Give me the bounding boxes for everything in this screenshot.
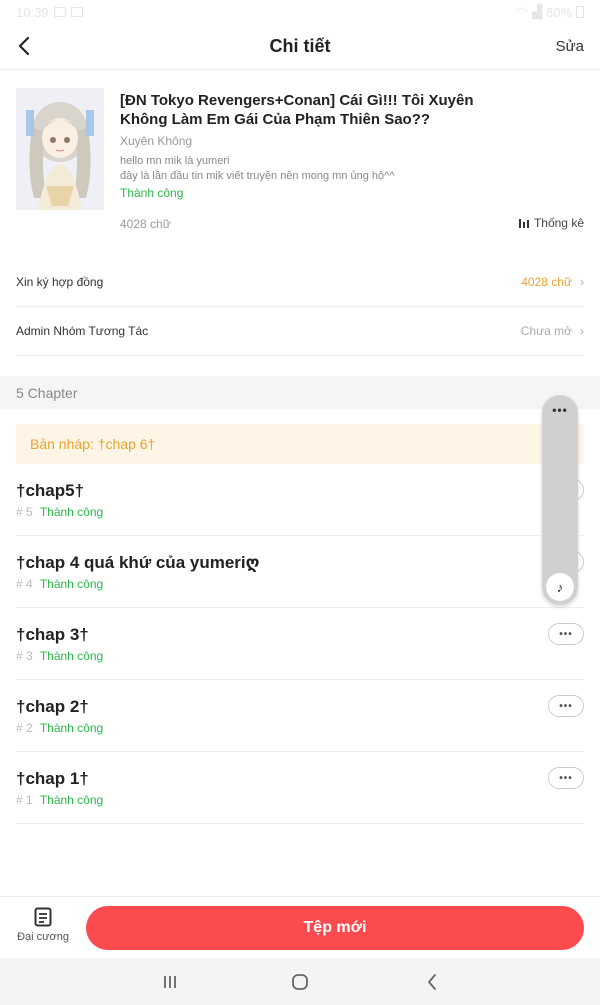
music-note-icon[interactable]: ♪ xyxy=(546,573,574,601)
notification-icon xyxy=(70,7,83,17)
chapter-row[interactable]: †chap 2† # 2 Thành công ••• xyxy=(16,680,584,752)
outline-button[interactable]: Đại cương xyxy=(12,907,74,949)
book-description: hello mn mik là yumeri đây là lần đầu ti… xyxy=(120,154,520,184)
chapter-number: # 4 xyxy=(16,577,33,591)
home-icon xyxy=(292,974,308,990)
stats-button[interactable]: Thống kê xyxy=(518,216,584,230)
chapter-title: †chap 4 quá khứ của yumeriღ xyxy=(16,553,260,572)
book-description-line: đây là lần đầu tin mik viết truyện nên m… xyxy=(120,170,395,182)
chapter-more-button[interactable]: ••• xyxy=(548,767,584,789)
status-right: ◠ ▟ 80% xyxy=(517,4,584,20)
book-description-line: hello mn mik là yumeri xyxy=(120,155,230,167)
system-navigation-bar xyxy=(0,958,600,1005)
chapter-status: Thành công xyxy=(39,649,104,663)
chapter-more-button[interactable]: ••• xyxy=(548,623,584,645)
chapter-meta: # 5 Thành công xyxy=(16,505,103,519)
battery-icon xyxy=(576,6,584,18)
chevron-right-icon: › xyxy=(580,275,584,289)
chapter-meta: # 2 Thành công xyxy=(16,721,103,735)
chapter-number: # 2 xyxy=(16,721,33,735)
floating-music-panel[interactable]: ••• ♪ xyxy=(542,395,578,605)
chapter-status: Thành công xyxy=(39,505,104,519)
chapter-row[interactable]: †chap 4 quá khứ của yumeriღ # 4 Thành cô… xyxy=(16,536,584,608)
admin-group-label: Admin Nhóm Tương Tác xyxy=(16,324,149,338)
chapter-number: # 3 xyxy=(16,649,33,663)
chapter-meta: # 1 Thành công xyxy=(16,793,103,807)
contract-row[interactable]: Xin ký hợp đồng 4028 chữ › xyxy=(16,258,584,307)
chapter-list: †chap5† # 5 Thành công ••• †chap 4 quá k… xyxy=(16,464,584,824)
contract-value: 4028 chữ xyxy=(521,275,572,289)
chapter-more-button[interactable]: ••• xyxy=(548,695,584,717)
app-header: Chi tiết Sửa xyxy=(0,24,600,70)
cover-illustration xyxy=(16,88,104,210)
book-word-count: 4028 chữ xyxy=(120,217,171,231)
contract-value-group: 4028 chữ › xyxy=(521,275,584,289)
home-button[interactable] xyxy=(288,970,312,994)
settings-list: Xin ký hợp đồng 4028 chữ › Admin Nhóm Tư… xyxy=(16,258,584,356)
chapter-row[interactable]: †chap 3† # 3 Thành công ••• xyxy=(16,608,584,680)
chapter-status: Thành công xyxy=(39,793,104,807)
outline-label: Đại cương xyxy=(17,931,69,943)
chapter-title: †chap5† xyxy=(16,481,85,500)
system-back-button[interactable] xyxy=(420,970,444,994)
chevron-right-icon: › xyxy=(580,324,584,338)
book-info-section: [ĐN Tokyo Revengers+Conan] Cái Gì!!! Tôi… xyxy=(0,70,600,250)
admin-group-value: Chưa mở xyxy=(520,324,572,338)
chapter-meta: # 4 Thành công xyxy=(16,577,103,591)
chapter-status: Thành công xyxy=(39,577,104,591)
book-details: [ĐN Tokyo Revengers+Conan] Cái Gì!!! Tôi… xyxy=(120,91,520,200)
chapter-number: # 1 xyxy=(16,793,33,807)
new-file-button[interactable]: Tệp mới xyxy=(86,906,584,950)
edit-button[interactable]: Sửa xyxy=(556,38,584,55)
page-title: Chi tiết xyxy=(269,36,331,56)
contract-label: Xin ký hợp đồng xyxy=(16,275,104,289)
document-icon xyxy=(34,907,52,927)
wifi-icon: ◠ xyxy=(516,4,528,19)
notification-icon xyxy=(53,7,66,17)
status-left: 10:39 xyxy=(16,5,83,20)
book-genre: Xuyên Không xyxy=(120,134,193,148)
bar-chart-icon xyxy=(518,218,529,228)
chapter-title: †chap 3† xyxy=(16,625,89,644)
admin-group-row[interactable]: Admin Nhóm Tương Tác Chưa mở › xyxy=(16,307,584,356)
draft-item[interactable]: Bản nháp: †chap 6† xyxy=(16,424,584,464)
status-bar: 10:39 ◠ ▟ 80% xyxy=(0,0,600,24)
chapter-title: †chap 1† xyxy=(16,769,89,788)
chapter-row[interactable]: †chap5† # 5 Thành công ••• xyxy=(16,464,584,536)
signal-icon: ▟ xyxy=(531,4,542,19)
chapter-number: # 5 xyxy=(16,505,33,519)
back-arrow-icon xyxy=(428,974,436,990)
chapter-row[interactable]: †chap 1† # 1 Thành công ••• xyxy=(16,752,584,824)
book-status: Thành công xyxy=(120,186,184,200)
chapter-title: †chap 2† xyxy=(16,697,89,716)
stats-label: Thống kê xyxy=(533,216,584,230)
chapter-count-header: 5 Chapter xyxy=(0,376,600,409)
book-title: [ĐN Tokyo Revengers+Conan] Cái Gì!!! Tôi… xyxy=(120,92,474,128)
bottom-action-bar: Đại cương Tệp mới xyxy=(0,896,600,958)
floating-more-icon[interactable]: ••• xyxy=(542,403,578,417)
battery-level: 80% xyxy=(545,4,572,20)
chapter-meta: # 3 Thành công xyxy=(16,649,103,663)
recent-apps-icon xyxy=(164,976,176,988)
book-cover-image[interactable] xyxy=(16,88,104,210)
chapter-status: Thành công xyxy=(39,721,104,735)
recent-apps-button[interactable] xyxy=(158,970,182,994)
status-time: 10:39 xyxy=(16,4,49,20)
admin-group-value-group: Chưa mở › xyxy=(521,324,584,338)
